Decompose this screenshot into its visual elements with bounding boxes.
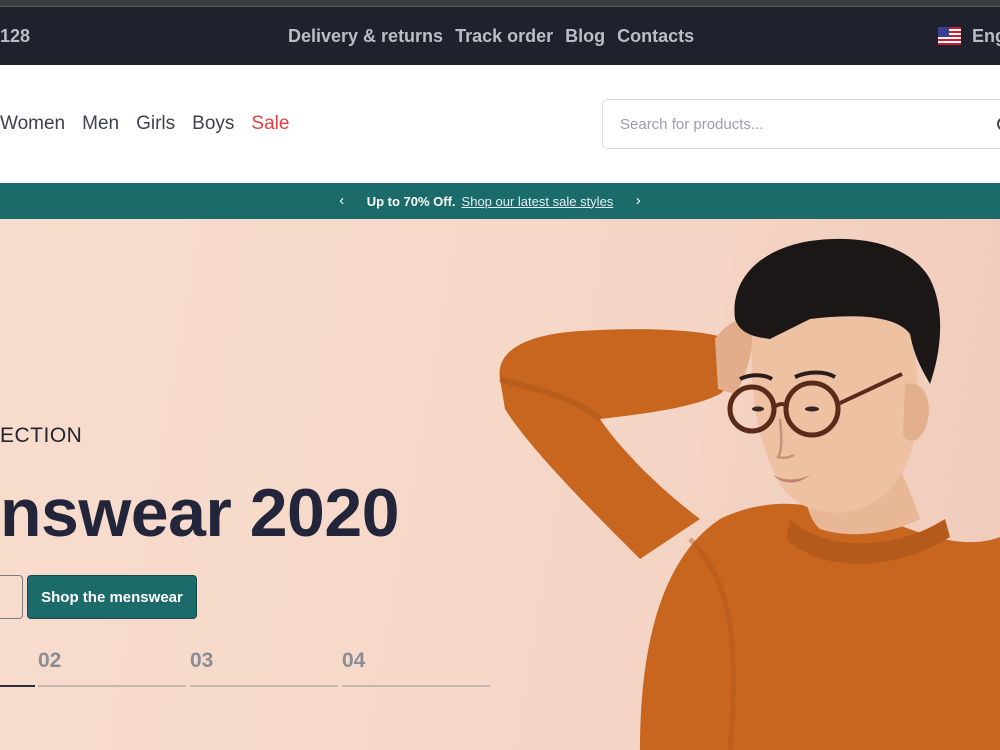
hero-banner: ECTION nswear 2020 Shop the menswear 02 … xyxy=(0,219,1000,750)
chevron-right-icon[interactable]: › xyxy=(631,193,645,208)
nav-item-women[interactable]: Women xyxy=(0,113,65,135)
nav-item-sale[interactable]: Sale xyxy=(251,113,289,135)
track-order-link[interactable]: Track order xyxy=(455,26,553,47)
delivery-returns-link[interactable]: Delivery & returns xyxy=(288,26,443,47)
language-selector[interactable]: Eng xyxy=(938,7,1000,65)
slide-tab-03[interactable]: 03 xyxy=(190,647,338,687)
slide-number: 02 xyxy=(38,649,62,672)
nav-item-men[interactable]: Men xyxy=(82,113,119,135)
hero-headline: nswear 2020 xyxy=(0,475,400,551)
top-links: Delivery & returns Track order Blog Cont… xyxy=(288,7,694,65)
chevron-left-icon[interactable]: ‹ xyxy=(335,193,349,208)
slide-number: 04 xyxy=(342,649,366,672)
promo-banner: ‹ Up to 70% Off. Shop our latest sale st… xyxy=(0,183,1000,219)
category-menu: Women Men Girls Boys Sale xyxy=(0,65,289,183)
search-box xyxy=(602,99,1000,149)
shop-menswear-button[interactable]: Shop the menswear xyxy=(27,575,197,619)
slide-tab-01[interactable] xyxy=(0,647,35,687)
top-bar: 128 Delivery & returns Track order Blog … xyxy=(0,7,1000,65)
nav-item-boys[interactable]: Boys xyxy=(192,113,234,135)
slide-number: 03 xyxy=(190,649,214,672)
secondary-button[interactable] xyxy=(0,575,23,619)
hero-eyebrow: ECTION xyxy=(0,424,83,447)
us-flag-icon xyxy=(938,27,961,45)
hero-model-image xyxy=(499,238,1000,750)
language-label: Eng xyxy=(972,25,1000,46)
slide-tab-04[interactable]: 04 xyxy=(342,647,490,687)
contacts-link[interactable]: Contacts xyxy=(617,26,694,47)
blog-link[interactable]: Blog xyxy=(565,26,605,47)
window-title-strip xyxy=(0,0,1000,7)
search-input[interactable] xyxy=(603,100,1000,148)
promo-link[interactable]: Shop our latest sale styles xyxy=(462,194,614,209)
nav-item-girls[interactable]: Girls xyxy=(136,113,175,135)
promo-text: Up to 70% Off. xyxy=(366,193,456,209)
main-navigation: Women Men Girls Boys Sale xyxy=(0,65,1000,183)
phone-number[interactable]: 128 xyxy=(0,7,30,65)
slide-tab-02[interactable]: 02 xyxy=(38,647,186,687)
